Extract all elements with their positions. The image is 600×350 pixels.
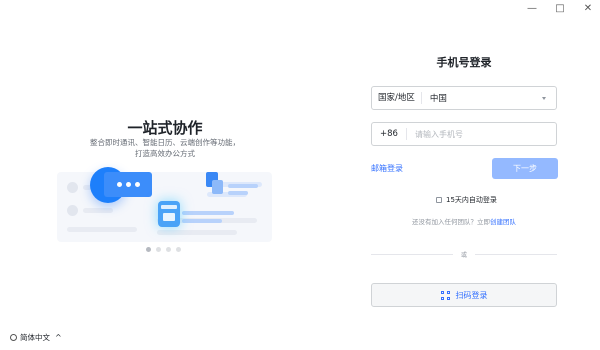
country-value: 中国 (429, 94, 447, 104)
carousel-dots (146, 247, 181, 252)
country-label: 国家/地区 (372, 92, 422, 104)
chevron-up-icon: ^ (55, 333, 62, 342)
phone-field: +86 (371, 122, 557, 146)
doc-line (182, 211, 234, 215)
window-controls: — □ ✕ (526, 3, 594, 14)
caret-down-icon (542, 96, 546, 100)
email-login-link[interactable]: 邮箱登录 (371, 163, 403, 174)
auto-login-label: 15天内自动登录 (446, 196, 497, 204)
carousel-dot[interactable] (146, 247, 151, 252)
doc-line (182, 219, 222, 223)
phone-input[interactable] (406, 128, 556, 140)
phone-code[interactable]: +86 (372, 128, 407, 140)
calendar-icon (158, 201, 180, 227)
checkbox-icon[interactable] (436, 197, 442, 203)
next-button[interactable]: 下一步 (492, 158, 558, 179)
maximize-button[interactable]: □ (554, 3, 566, 14)
document-back-icon (212, 180, 223, 194)
promo-title: 一站式协作 (127, 119, 203, 137)
auto-login-checkbox[interactable]: 15天内自动登录 (436, 195, 497, 205)
globe-icon (10, 334, 17, 341)
promo-subtitle: 整合即时通讯、智能日历、云端创作等功能， 打造高效办公方式 (0, 137, 330, 159)
doc-line (228, 191, 248, 195)
promo-subtitle-line2: 打造高效办公方式 (135, 149, 195, 158)
minimize-button[interactable]: — (526, 3, 538, 14)
country-select[interactable]: 国家/地区 中国 (371, 86, 557, 110)
form-title: 手机号登录 (436, 56, 492, 69)
carousel-dot[interactable] (176, 247, 181, 252)
language-selector[interactable]: 简体中文 ^ (10, 332, 62, 343)
divider: 或 (371, 252, 557, 259)
close-button[interactable]: ✕ (582, 3, 594, 14)
qr-code-icon (440, 290, 450, 300)
qr-login-button[interactable]: 扫码登录 (371, 283, 557, 307)
no-team-text: 还没有加入任何团队？立即 (412, 218, 490, 226)
qr-login-label: 扫码登录 (455, 290, 488, 300)
carousel-dot[interactable] (166, 247, 171, 252)
language-label: 简体中文 (20, 333, 50, 342)
signup-prompt: 还没有加入任何团队？立即创建团队 (370, 216, 558, 226)
carousel-dot[interactable] (156, 247, 161, 252)
create-team-link[interactable]: 创建团队 (490, 218, 516, 226)
chat-bubble-icon (104, 172, 152, 197)
promo-subtitle-line1: 整合即时通讯、智能日历、云端创作等功能， (90, 138, 240, 147)
doc-line (228, 184, 258, 188)
